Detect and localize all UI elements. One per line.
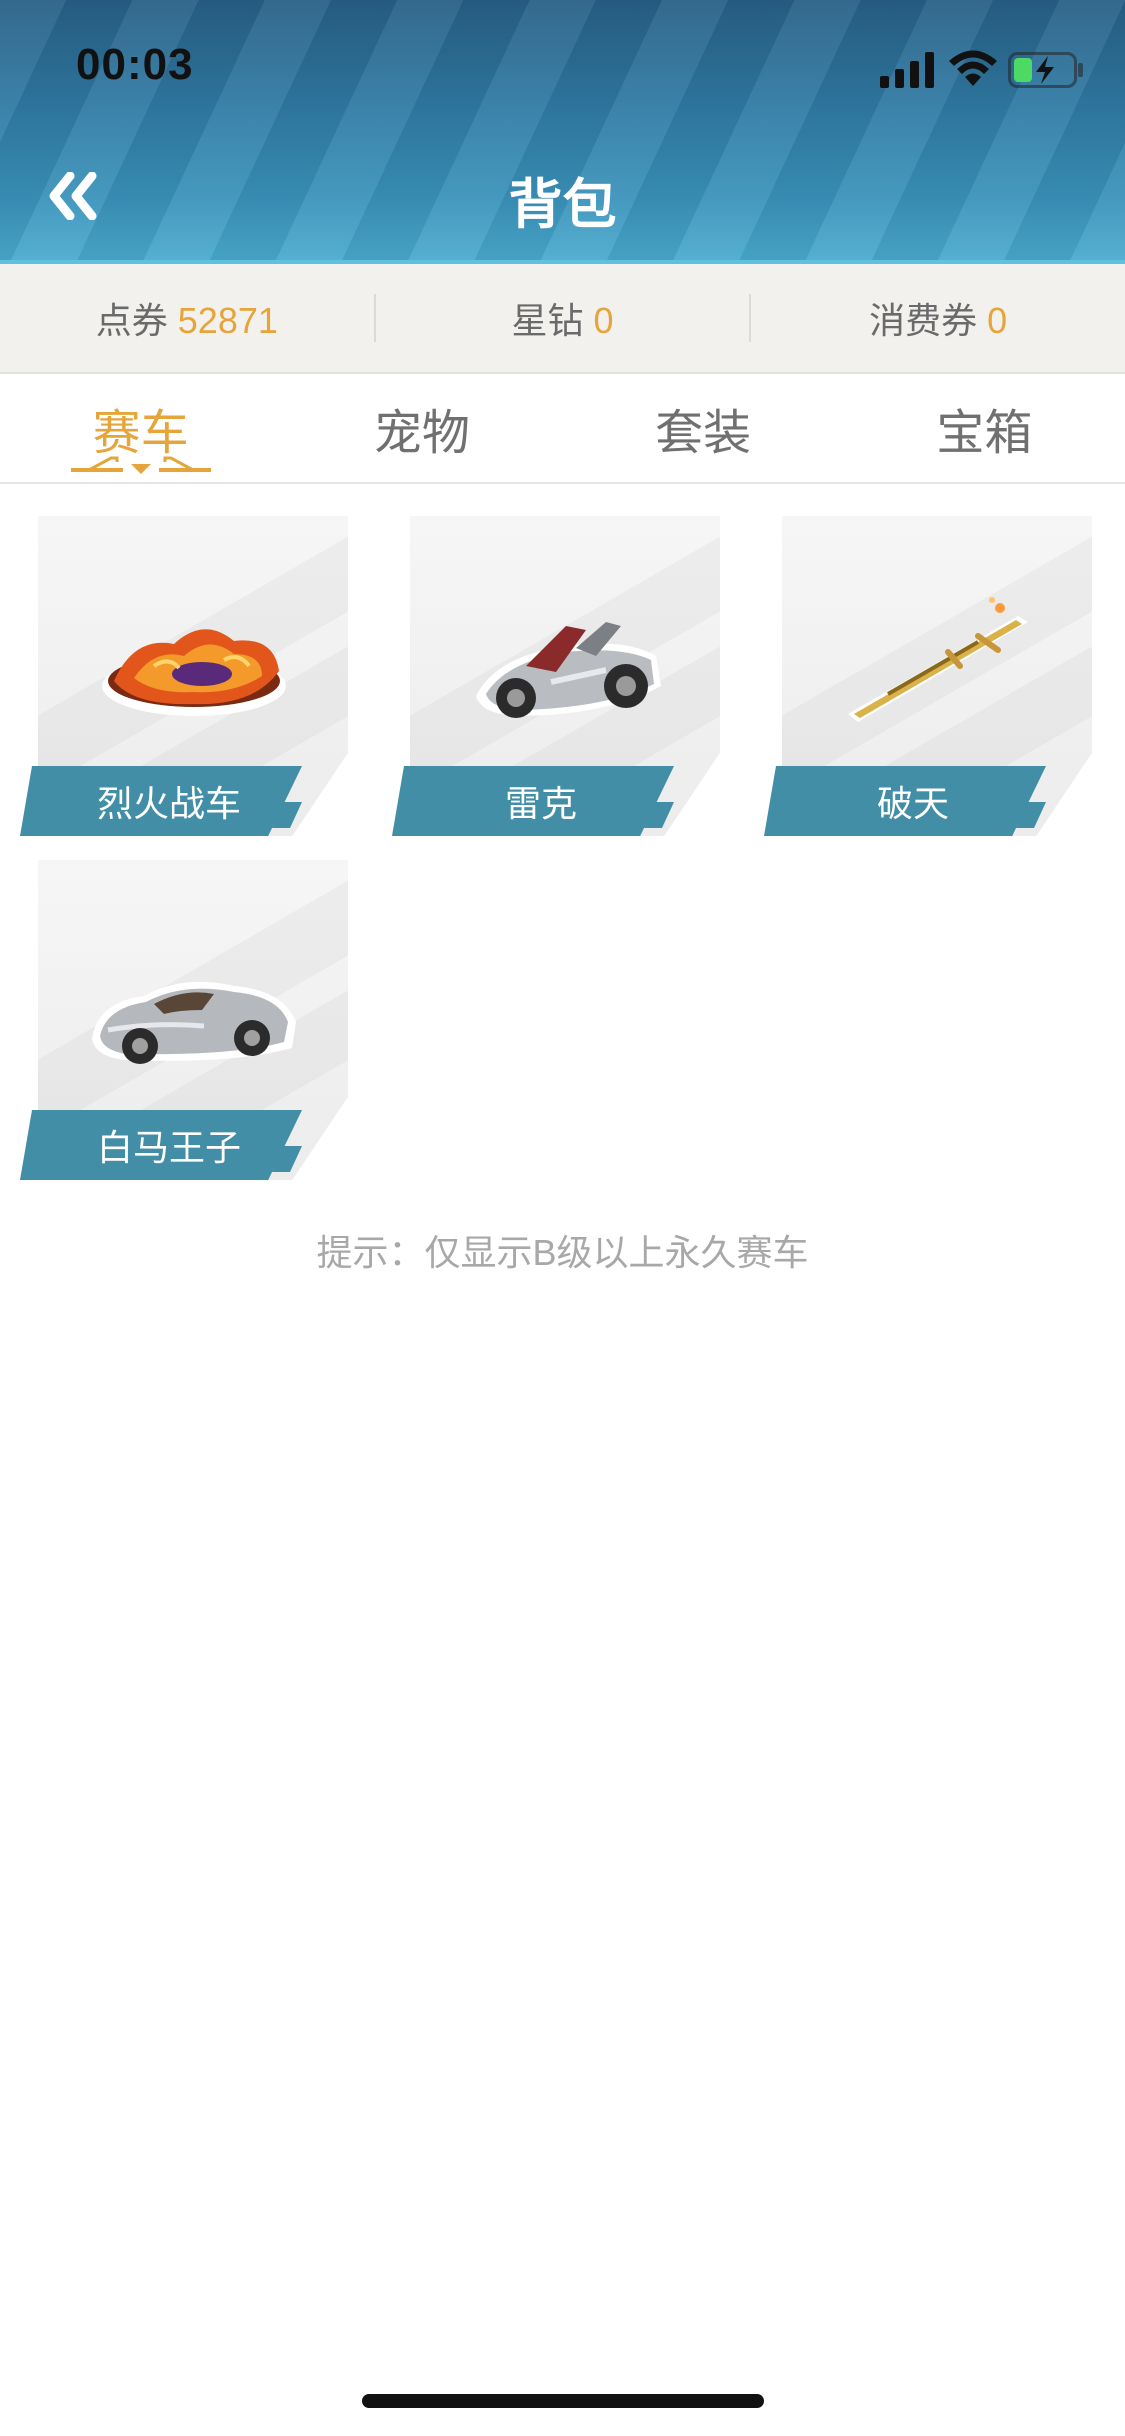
currency-label: 点券 bbox=[95, 300, 168, 341]
item-name: 白马王子 bbox=[20, 1110, 302, 1180]
currency-value: 0 bbox=[987, 300, 1008, 341]
flame-car-icon bbox=[102, 629, 286, 716]
sword-car-icon bbox=[848, 597, 1028, 722]
header: 00:03 背包 bbox=[0, 0, 1125, 264]
currency-consume-voucher: 消费券 0 bbox=[751, 292, 1125, 344]
item-name: 雷克 bbox=[392, 766, 674, 836]
item-card[interactable]: 破天 bbox=[764, 516, 1104, 836]
hint-text: 提示：仅显示B级以上永久赛车 bbox=[316, 1232, 809, 1273]
currency-value: 0 bbox=[593, 300, 614, 341]
home-indicator[interactable] bbox=[362, 2394, 764, 2408]
item-name: 烈火战车 bbox=[20, 766, 302, 836]
kart-icon bbox=[476, 622, 661, 718]
currency-label: 星钻 bbox=[511, 300, 584, 341]
sports-car-icon bbox=[92, 981, 296, 1064]
item-card[interactable]: 烈火战车 bbox=[20, 516, 360, 836]
signal-icon bbox=[880, 52, 934, 88]
item-card[interactable]: 白马王子 bbox=[20, 860, 360, 1180]
category-tabs: 赛车 宠物 套装 宝箱 bbox=[0, 374, 1125, 484]
page-title: 背包 bbox=[508, 173, 617, 236]
tab-label: 套装 bbox=[655, 405, 752, 461]
currency-coupons: 点券 52871 bbox=[0, 292, 374, 344]
tab-label: 宝箱 bbox=[936, 405, 1033, 461]
tab-label: 赛车 bbox=[92, 405, 189, 461]
wifi-icon bbox=[949, 50, 997, 86]
status-time: 00:03 bbox=[76, 40, 194, 89]
tab-outfits[interactable]: 套装 bbox=[563, 374, 844, 482]
tab-chests[interactable]: 宝箱 bbox=[844, 374, 1125, 482]
active-tab-indicator bbox=[70, 456, 211, 474]
item-card[interactable]: 雷克 bbox=[392, 516, 732, 836]
currency-value: 52871 bbox=[177, 300, 278, 341]
currency-label: 消费券 bbox=[869, 300, 978, 341]
backpack-screen: 00:03 背包 点券 52871 星钻 0 消费券 0 赛车 宠物 套装 宝箱… bbox=[0, 0, 1125, 2436]
tab-cars[interactable]: 赛车 bbox=[0, 374, 281, 482]
tab-pets[interactable]: 宠物 bbox=[281, 374, 562, 482]
battery-charging-icon bbox=[1008, 52, 1083, 88]
currency-bar: 点券 52871 星钻 0 消费券 0 bbox=[0, 264, 1125, 374]
item-name: 破天 bbox=[764, 766, 1046, 836]
tab-label: 宠物 bbox=[373, 405, 470, 461]
currency-star-diamond: 星钻 0 bbox=[376, 292, 750, 344]
